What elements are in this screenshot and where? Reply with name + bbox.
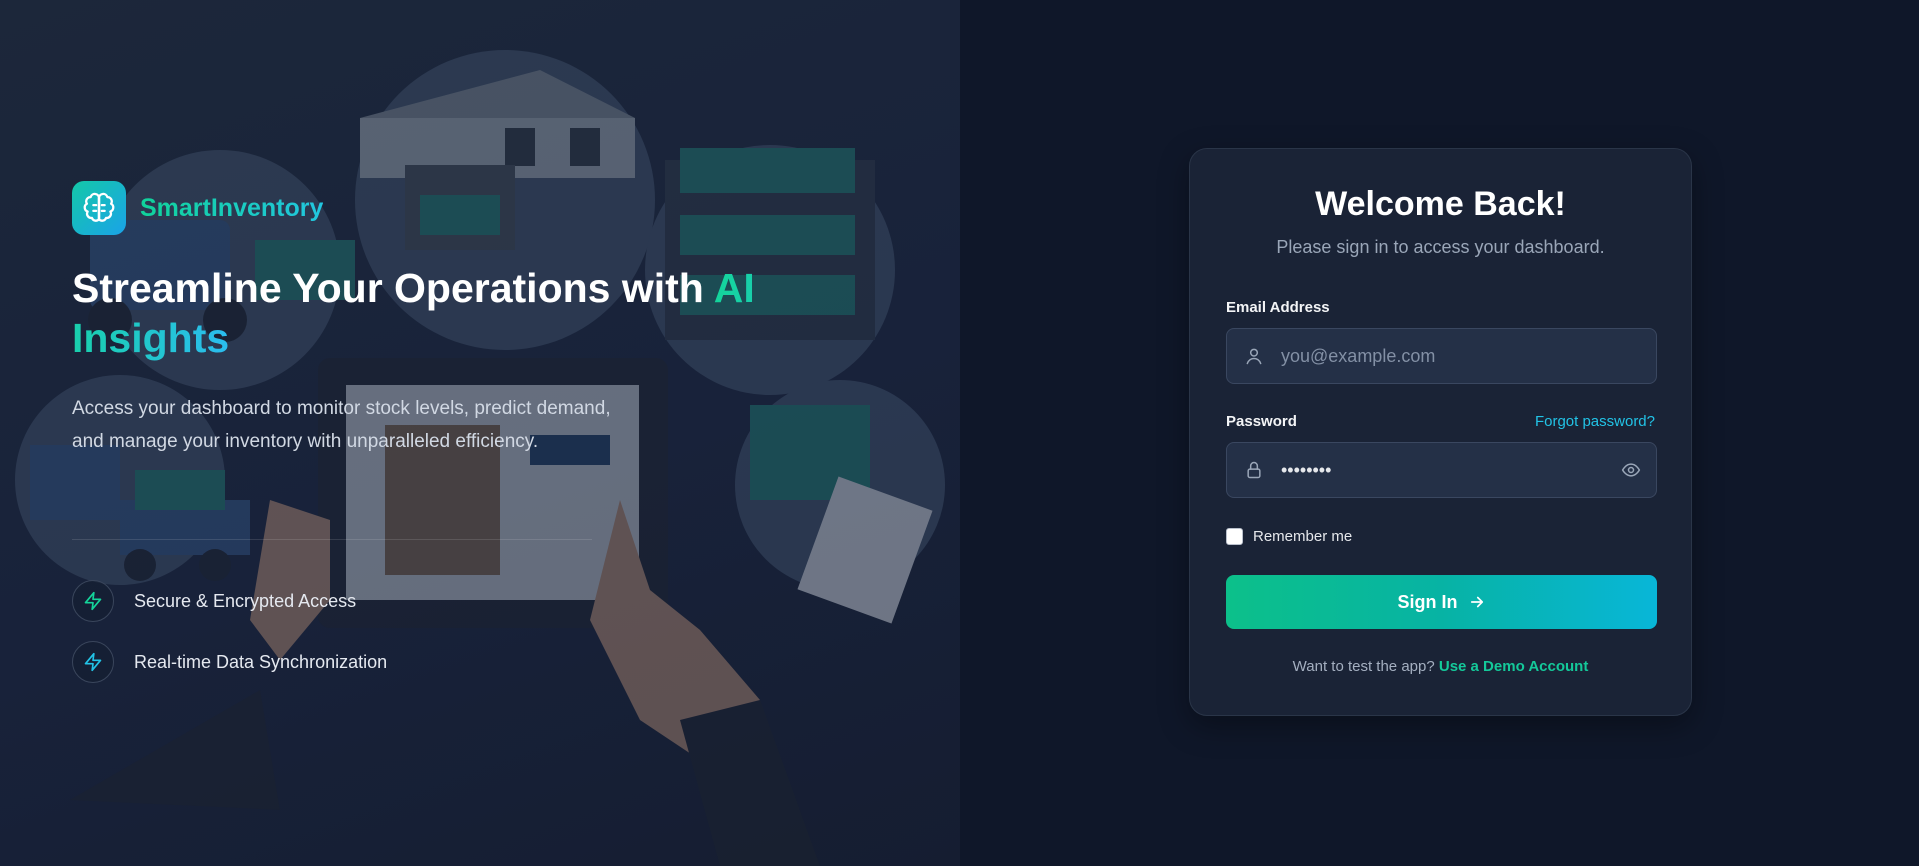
demo-prompt: Want to test the app? Use a Demo Account: [1190, 658, 1691, 675]
brand-name: SmartInventory: [140, 193, 324, 222]
remember-label: Remember me: [1253, 528, 1353, 545]
remember-me[interactable]: Remember me: [1226, 528, 1352, 545]
hero-headline: Streamline Your Operations with AI Insig…: [72, 263, 792, 363]
email-input[interactable]: [1281, 329, 1656, 383]
password-label: Password: [1226, 413, 1297, 430]
sign-in-label: Sign In: [1397, 591, 1458, 612]
email-field-wrapper: [1226, 328, 1657, 384]
feature-label: Secure & Encrypted Access: [134, 590, 357, 611]
email-label: Email Address: [1226, 299, 1330, 316]
headline-text: Streamline Your Operations with: [72, 265, 714, 311]
eye-icon[interactable]: [1606, 460, 1656, 480]
password-field-wrapper: [1226, 442, 1657, 498]
sign-in-button[interactable]: Sign In: [1226, 575, 1657, 629]
lock-icon: [1227, 460, 1281, 480]
login-subtitle: Please sign in to access your dashboard.: [1276, 237, 1605, 257]
demo-prompt-text: Want to test the app?: [1292, 658, 1435, 675]
brain-icon: [72, 181, 126, 235]
password-input[interactable]: [1281, 443, 1606, 497]
feature-label: Real-time Data Synchronization: [134, 651, 388, 672]
feature-realtime: Real-time Data Synchronization: [72, 641, 387, 683]
remember-checkbox[interactable]: [1226, 528, 1243, 545]
user-icon: [1227, 346, 1281, 366]
feature-secure: Secure & Encrypted Access: [72, 580, 356, 622]
login-title: Welcome Back!: [1315, 185, 1566, 223]
hero-panel: SmartInventory Streamline Your Operation…: [0, 0, 960, 866]
lightning-icon: [72, 641, 114, 683]
lightning-icon: [72, 580, 114, 622]
login-card: Welcome Back! Please sign in to access y…: [1189, 148, 1692, 716]
forgot-password-link[interactable]: Forgot password?: [1535, 413, 1655, 430]
demo-account-link[interactable]: Use a Demo Account: [1439, 658, 1588, 675]
divider: [72, 539, 592, 540]
arrow-right-icon: [1470, 596, 1483, 608]
brand: SmartInventory: [72, 181, 323, 235]
hero-description: Access your dashboard to monitor stock l…: [72, 398, 611, 452]
